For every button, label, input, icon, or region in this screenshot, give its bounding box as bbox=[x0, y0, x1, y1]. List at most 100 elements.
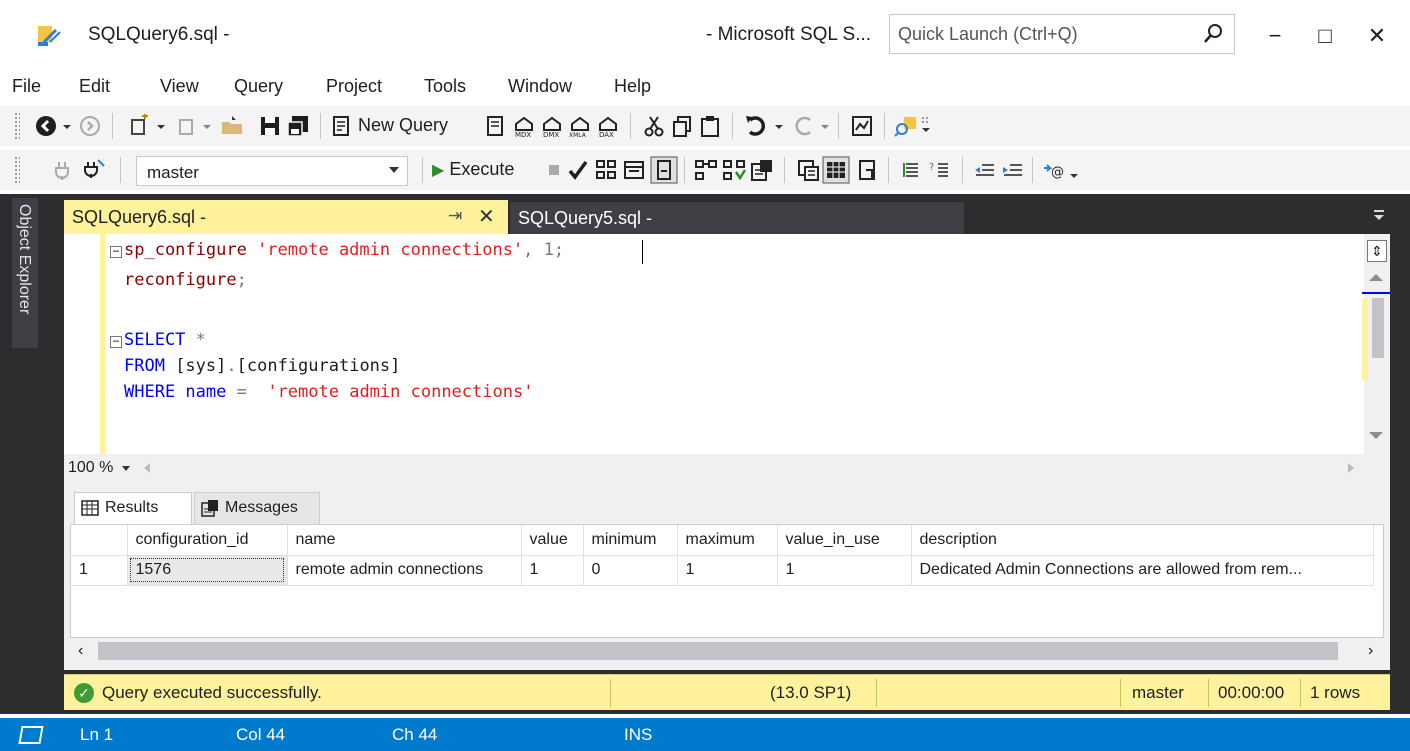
toolbar-overflow-icon[interactable] bbox=[920, 114, 932, 138]
collapse-region-icon[interactable]: − bbox=[110, 245, 122, 258]
tab-results[interactable]: Results bbox=[74, 492, 192, 524]
new-query-button[interactable]: New Query bbox=[358, 115, 448, 136]
tab-messages[interactable]: Messages bbox=[194, 492, 320, 524]
tab-overflow-icon[interactable] bbox=[1372, 208, 1386, 222]
tab-sqlquery5[interactable]: SQLQuery5.sql - bbox=[510, 202, 964, 234]
paste-icon[interactable] bbox=[698, 114, 722, 138]
toolbar-grip[interactable] bbox=[14, 156, 20, 184]
new-project-dropdown-icon[interactable] bbox=[154, 114, 168, 138]
new-project-icon[interactable] bbox=[128, 114, 152, 138]
open-folder-icon[interactable] bbox=[220, 114, 244, 138]
toolbar-grip[interactable] bbox=[14, 112, 20, 140]
add-item-icon[interactable] bbox=[176, 114, 200, 138]
zoom-level[interactable]: 100 % bbox=[68, 459, 113, 477]
scroll-down-icon[interactable] bbox=[1369, 432, 1383, 439]
results-to-grid-icon[interactable] bbox=[822, 156, 850, 184]
decrease-indent-icon[interactable] bbox=[972, 158, 996, 182]
scroll-left-icon[interactable]: ‹ bbox=[78, 642, 83, 660]
table-cell[interactable]: 1 bbox=[521, 555, 584, 586]
menu-view[interactable]: View bbox=[160, 76, 199, 97]
execute-button[interactable]: ▶ Execute bbox=[432, 159, 514, 180]
menu-tools[interactable]: Tools bbox=[424, 76, 466, 97]
table-cell[interactable]: 1 bbox=[677, 555, 778, 586]
results-to-text-icon[interactable] bbox=[796, 158, 820, 182]
dmx-query-icon[interactable]: DMX bbox=[540, 114, 564, 138]
scroll-up-icon[interactable] bbox=[1369, 274, 1383, 281]
available-databases-dropdown[interactable]: master bbox=[136, 156, 408, 186]
column-header[interactable]: description bbox=[911, 525, 1374, 556]
table-row[interactable]: 1 1576 remote admin connections 1 0 1 1 … bbox=[71, 555, 1374, 586]
back-icon[interactable] bbox=[34, 114, 58, 138]
query-options-icon[interactable] bbox=[622, 158, 646, 182]
tab-sqlquery6[interactable]: SQLQuery6.sql - ⇥ ✕ bbox=[64, 200, 508, 234]
menu-query[interactable]: Query bbox=[234, 76, 283, 97]
comment-out-icon[interactable] bbox=[900, 158, 924, 182]
maximize-button[interactable]: □ bbox=[1310, 22, 1340, 50]
table-cell[interactable]: Dedicated Admin Connections are allowed … bbox=[911, 555, 1374, 586]
redo-dropdown-icon[interactable] bbox=[818, 114, 832, 138]
split-window-icon[interactable]: ⇕ bbox=[1367, 240, 1387, 262]
display-estimated-plan-icon[interactable] bbox=[594, 158, 618, 182]
menu-file[interactable]: File bbox=[12, 76, 41, 97]
column-header[interactable]: value bbox=[521, 525, 584, 556]
column-header[interactable]: minimum bbox=[583, 525, 678, 556]
results-to-file-icon[interactable] bbox=[856, 158, 880, 182]
mdx-query-icon[interactable]: MDX bbox=[512, 114, 536, 138]
column-header[interactable]: name bbox=[287, 525, 522, 556]
chevron-down-icon[interactable] bbox=[122, 466, 130, 471]
pin-icon[interactable]: ⇥ bbox=[448, 206, 462, 226]
table-cell[interactable]: 0 bbox=[583, 555, 678, 586]
results-horizontal-scrollbar[interactable]: ‹ › bbox=[70, 638, 1384, 664]
cut-icon[interactable] bbox=[642, 114, 666, 138]
stop-icon[interactable] bbox=[542, 158, 566, 182]
back-dropdown-icon[interactable] bbox=[60, 114, 74, 138]
specify-template-parameters-icon[interactable]: @ bbox=[1042, 158, 1066, 182]
forward-icon[interactable] bbox=[78, 114, 102, 138]
close-tab-icon[interactable]: ✕ bbox=[478, 204, 495, 229]
minimize-button[interactable]: − bbox=[1260, 22, 1290, 50]
query-editor[interactable]: − sp_configure 'remote admin connections… bbox=[64, 234, 1390, 454]
undo-icon[interactable] bbox=[744, 114, 768, 138]
scroll-left-icon[interactable] bbox=[144, 463, 150, 473]
table-cell[interactable]: remote admin connections bbox=[287, 555, 522, 586]
save-icon[interactable] bbox=[258, 114, 282, 138]
xmla-query-icon[interactable]: XMLA bbox=[568, 114, 592, 138]
add-item-dropdown-icon[interactable] bbox=[200, 114, 214, 138]
search-icon[interactable] bbox=[1202, 22, 1224, 46]
database-engine-query-icon[interactable] bbox=[484, 114, 508, 138]
collapse-region-icon[interactable]: − bbox=[110, 335, 122, 348]
undo-dropdown-icon[interactable] bbox=[772, 114, 786, 138]
column-header[interactable]: configuration_id bbox=[127, 525, 288, 556]
table-cell[interactable]: 1 bbox=[777, 555, 912, 586]
increase-indent-icon[interactable] bbox=[1000, 158, 1024, 182]
column-header[interactable]: value_in_use bbox=[777, 525, 912, 556]
scroll-right-icon[interactable]: › bbox=[1368, 642, 1373, 660]
object-explorer-tab[interactable]: Object Explorer bbox=[12, 198, 38, 348]
live-query-statistics-icon[interactable] bbox=[722, 158, 746, 182]
row-number[interactable]: 1 bbox=[71, 555, 128, 586]
activity-monitor-icon[interactable] bbox=[850, 114, 874, 138]
redo-icon[interactable] bbox=[792, 114, 816, 138]
menu-help[interactable]: Help bbox=[614, 76, 651, 97]
new-query-icon[interactable] bbox=[330, 114, 354, 138]
scroll-thumb[interactable] bbox=[98, 642, 1338, 660]
save-all-icon[interactable] bbox=[286, 114, 310, 138]
scroll-thumb[interactable] bbox=[1372, 298, 1384, 358]
client-statistics-icon[interactable] bbox=[750, 158, 774, 182]
connect-icon[interactable] bbox=[50, 158, 74, 182]
table-cell[interactable]: 1576 bbox=[127, 555, 288, 586]
close-window-button[interactable]: ✕ bbox=[1362, 22, 1392, 50]
parse-checkmark-icon[interactable] bbox=[566, 158, 590, 182]
menu-edit[interactable]: Edit bbox=[79, 76, 110, 97]
toolbar2-overflow-icon[interactable] bbox=[1068, 158, 1080, 182]
intellisense-toggle-icon[interactable] bbox=[650, 156, 678, 184]
actual-execution-plan-icon[interactable] bbox=[694, 158, 718, 182]
dax-query-icon[interactable]: DAX bbox=[596, 114, 620, 138]
scroll-right-icon[interactable] bbox=[1348, 463, 1354, 473]
solution-explorer-icon[interactable] bbox=[894, 114, 918, 138]
column-header[interactable]: maximum bbox=[677, 525, 778, 556]
results-grid[interactable]: configuration_id name value minimum maxi… bbox=[70, 524, 1384, 638]
change-connection-icon[interactable] bbox=[82, 158, 106, 182]
row-number-header[interactable] bbox=[71, 525, 128, 556]
menu-project[interactable]: Project bbox=[326, 76, 382, 97]
